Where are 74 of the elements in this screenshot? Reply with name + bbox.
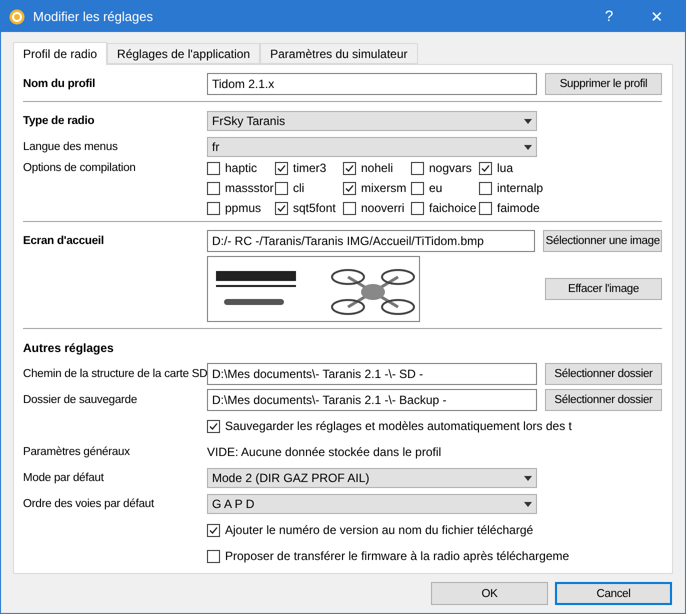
field-label: Chemin de la structure de la carte SD xyxy=(23,368,207,380)
checkbox-label: Ajouter le numéro de version au nom du fichier téléchargé xyxy=(225,523,534,537)
checkbox[interactable] xyxy=(207,550,220,562)
checkbox-label: lua xyxy=(497,161,514,175)
gear-icon xyxy=(9,8,25,24)
field-label: Mode par défaut xyxy=(23,472,105,484)
caret-icon xyxy=(524,502,532,506)
checkbox[interactable] xyxy=(479,162,492,174)
field-label: Type de radio xyxy=(23,115,96,127)
checkbox[interactable] xyxy=(207,524,220,536)
clear-image-button[interactable]: Effacer l'image xyxy=(545,278,662,300)
tab[interactable]: Profil de radio xyxy=(13,42,108,65)
checkbox-label: noheli xyxy=(361,161,394,175)
section-heading: Autres réglages xyxy=(23,340,114,357)
checkbox[interactable] xyxy=(343,182,356,194)
checkbox[interactable] xyxy=(479,202,492,214)
checkbox[interactable] xyxy=(411,202,424,214)
checkbox[interactable] xyxy=(343,162,356,174)
action-button[interactable]: Supprimer le profil xyxy=(545,73,662,95)
field-label: Ordre des voies par défaut xyxy=(23,498,156,510)
input-field[interactable]: Tidom 2.1.x xyxy=(207,73,537,95)
checkbox-label: Proposer de transférer le firmware à la radio après téléchargeme xyxy=(225,549,570,563)
checkbox-label: haptic xyxy=(225,161,258,175)
checkbox-label: Sauvegarder les réglages et modèles automatiquement lors des t xyxy=(225,419,572,433)
checkbox[interactable] xyxy=(479,182,492,194)
tab[interactable]: Paramètres du simulateur xyxy=(260,43,418,64)
caret-icon xyxy=(524,476,532,480)
input-field[interactable]: D:\Mes documents\- Taranis 2.1 -\- SD - xyxy=(207,363,537,385)
checkbox-label: faichoice xyxy=(429,201,476,215)
dropdown[interactable]: FrSky Taranis xyxy=(207,111,537,131)
checkbox[interactable] xyxy=(207,202,220,214)
checkbox-label: massstor xyxy=(225,181,274,195)
dialog-button[interactable]: OK xyxy=(431,582,548,605)
checkbox-label: faimode xyxy=(497,201,540,215)
checkbox-label: eu xyxy=(429,181,442,195)
field-label: Nom du profil xyxy=(23,78,96,90)
dropdown[interactable]: Mode 2 (DIR GAZ PROF AIL) xyxy=(207,468,537,488)
checkbox[interactable] xyxy=(275,162,288,174)
checkbox[interactable] xyxy=(343,202,356,214)
field-label: Ecran d'accueil xyxy=(23,235,105,247)
checkbox-label: internalp xyxy=(497,181,544,195)
checkbox-label: sqt5font xyxy=(293,201,336,215)
window-title: Modifier les réglages xyxy=(33,9,154,24)
dropdown[interactable]: G A P D xyxy=(207,494,537,514)
checkbox[interactable] xyxy=(207,182,220,194)
action-button[interactable]: Sélectionner une image xyxy=(542,230,662,252)
action-button[interactable]: Sélectionner dossier xyxy=(545,363,662,385)
field-label: Options de compilation xyxy=(23,162,137,174)
info-text: VIDE: Aucune donnée stockée dans le profil xyxy=(207,445,442,459)
field-label: Dossier de sauvegarde xyxy=(23,394,138,406)
checkbox-label: ppmus xyxy=(225,201,262,215)
checkbox-label: nogvars xyxy=(429,161,472,175)
checkbox[interactable] xyxy=(207,162,220,174)
tab[interactable]: Réglages de l'application xyxy=(107,43,260,64)
checkbox[interactable] xyxy=(411,182,424,194)
dialog-button[interactable]: Cancel xyxy=(555,582,672,605)
checkbox[interactable] xyxy=(275,182,288,194)
checkbox-label: nooverri xyxy=(361,201,404,215)
checkbox[interactable] xyxy=(207,420,220,432)
close-button[interactable]: ✕ xyxy=(637,8,677,26)
checkbox-label: timer3 xyxy=(293,161,326,175)
caret-icon xyxy=(524,144,532,150)
help-button[interactable]: ? xyxy=(589,8,629,25)
caret-icon xyxy=(524,118,532,124)
field-label: Langue des menus xyxy=(23,141,119,153)
checkbox[interactable] xyxy=(411,162,424,174)
checkbox-label: cli xyxy=(293,181,304,195)
action-button[interactable]: Sélectionner dossier xyxy=(545,389,662,411)
checkbox-label: mixersm xyxy=(361,181,406,195)
input-field[interactable]: D:\Mes documents\- Taranis 2.1 -\- Backup - xyxy=(207,389,537,411)
dropdown[interactable]: fr xyxy=(207,137,537,157)
checkbox[interactable] xyxy=(275,202,288,214)
field-label: Paramètres généraux xyxy=(23,446,131,458)
input-field[interactable]: D:/- RC -/Taranis/Taranis IMG/Accueil/TiTidom.bmp xyxy=(207,230,535,252)
